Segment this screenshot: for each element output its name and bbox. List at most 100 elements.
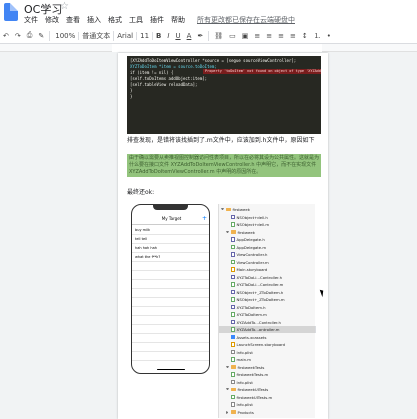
redo-icon[interactable]: ↷ xyxy=(12,32,24,40)
navigator-file[interactable]: XYZToDoItem.m xyxy=(219,311,316,318)
menu-addons[interactable]: 插件 xyxy=(150,15,164,25)
navigator-file[interactable]: XYZToDoLi...Controller.m xyxy=(219,281,316,288)
document-page[interactable]: [XYZAddToDoItemViewController *source = … xyxy=(118,53,328,419)
disclosure-closed-icon[interactable] xyxy=(226,410,229,414)
navigator-group[interactable]: firstweek xyxy=(219,229,316,236)
disclosure-open-icon[interactable] xyxy=(226,365,229,369)
navigator-file[interactable]: XYZToDoLi...Controller.h xyxy=(219,274,316,281)
navigator-file[interactable]: NSObject+dell.h xyxy=(219,214,316,221)
navigator-item-label: AppDelegate.m xyxy=(236,244,267,250)
navigator-file[interactable]: Info.plist xyxy=(219,401,316,408)
navigator-file[interactable]: main.m xyxy=(219,356,316,363)
phone-table-cell xyxy=(132,325,209,334)
file-icon xyxy=(231,267,235,272)
navigator-item-label: XYZToDoLi...Controller.h xyxy=(236,274,283,280)
menu-format[interactable]: 格式 xyxy=(108,15,122,25)
navigator-file[interactable]: firstweekTests.m xyxy=(219,371,316,378)
navigator-item-label: main.m xyxy=(236,357,251,362)
navigator-item-label: XYZToDoLi...Controller.m xyxy=(236,282,284,287)
bold-button[interactable]: B xyxy=(153,32,164,40)
docs-logo-icon[interactable] xyxy=(4,3,18,21)
image-icon[interactable]: ▣ xyxy=(239,32,252,40)
navigator-file[interactable]: NSObject+_ZToDoItem.h xyxy=(219,289,316,296)
navigator-item-label: Products xyxy=(237,409,254,415)
disclosure-open-icon[interactable] xyxy=(226,388,229,391)
highlighted-paragraph: 由于确以需要从卖推视图控制器访问性表项目，所以在必将其设为公共属性。这就是为什么… xyxy=(127,154,321,177)
disclosure-open-icon[interactable] xyxy=(221,208,224,211)
bulleted-list-icon[interactable]: • xyxy=(324,32,334,40)
navigator-file[interactable]: Info.plist xyxy=(219,379,316,386)
navigator-file[interactable]: XYZToDoItem.h xyxy=(219,304,316,311)
align-right-icon[interactable]: ≡ xyxy=(275,32,287,40)
navigator-file[interactable]: ViewController.m xyxy=(219,259,316,266)
disclosure-open-icon[interactable] xyxy=(226,230,229,234)
align-left-icon[interactable]: ≡ xyxy=(251,32,263,40)
file-icon xyxy=(231,252,235,257)
zoom-select[interactable]: 100% xyxy=(52,31,80,40)
file-icon xyxy=(231,304,235,310)
navigator-item-label: Info.plist xyxy=(236,402,253,407)
phone-table-cell xyxy=(132,352,209,361)
navigator-file[interactable]: XYZAddTo...Controller.h xyxy=(219,319,316,326)
ruler-text-area[interactable] xyxy=(112,44,322,52)
menu-insert[interactable]: 插入 xyxy=(87,15,101,25)
folder-icon xyxy=(230,230,236,234)
highlight-icon[interactable]: ✒ xyxy=(194,32,206,40)
menu-view[interactable]: 查看 xyxy=(66,15,80,25)
italic-button[interactable]: I xyxy=(164,32,172,40)
phone-table-cell: what the f**k? xyxy=(132,253,209,262)
style-select[interactable]: 普通文本 xyxy=(79,30,115,41)
navigator-group[interactable]: Products xyxy=(219,409,316,416)
menu-edit[interactable]: 修改 xyxy=(45,15,59,25)
navigator-item-label: Main.storyboard xyxy=(236,267,268,272)
underline-button[interactable]: U xyxy=(172,32,183,40)
navigator-item-label: AppDelegate.h xyxy=(236,237,265,242)
align-center-icon[interactable]: ≡ xyxy=(263,32,275,40)
navigator-item-label: Assets.xcassets xyxy=(236,334,267,340)
phone-notch xyxy=(153,205,188,210)
navigator-group[interactable]: firstweekTests xyxy=(219,364,316,371)
justify-icon[interactable]: ≡ xyxy=(287,32,299,40)
comment-icon[interactable]: ▭ xyxy=(226,32,239,40)
navigator-file[interactable]: XYZAddTo...ontroller.m xyxy=(219,326,316,334)
navigator-group[interactable]: firstweekUITests xyxy=(219,386,316,393)
folder-icon xyxy=(225,207,231,212)
navigator-item-label: LaunchScreen.storyboard xyxy=(236,342,286,347)
numbered-list-icon[interactable]: ⒈ xyxy=(311,31,324,41)
link-icon[interactable]: ⛓ xyxy=(211,32,226,40)
font-select[interactable]: Arial xyxy=(114,31,138,40)
file-icon xyxy=(231,312,235,317)
navigator-file[interactable]: Info.plist xyxy=(219,349,316,356)
menu-file[interactable]: 文件 xyxy=(24,15,38,25)
file-icon xyxy=(231,372,235,377)
save-status[interactable]: 所有更改都已保存在云端硬盘中 xyxy=(197,15,295,25)
folder-icon xyxy=(230,365,236,369)
navigator-file[interactable]: Main.storyboard xyxy=(219,266,316,273)
file-icon xyxy=(231,274,235,280)
navigator-file[interactable]: firstweekUITests.m xyxy=(219,394,316,401)
format-toolbar: ↶ ↷ ⎙ ✎ 100% 普通文本 Arial 11 B I U A ✒ ⛓ ▭… xyxy=(0,28,417,44)
file-icon xyxy=(231,334,235,340)
navigator-file[interactable]: Assets.xcassets xyxy=(219,334,316,341)
compiler-warning: Property 'toDoItem' not found on object … xyxy=(203,69,321,74)
phone-table-cell xyxy=(132,307,209,316)
line-spacing-icon[interactable]: ↕ xyxy=(299,32,311,40)
phone-table-cell xyxy=(132,334,209,343)
menu-tools[interactable]: 工具 xyxy=(129,15,143,25)
undo-icon[interactable]: ↶ xyxy=(0,32,12,40)
navigator-file[interactable]: LaunchScreen.storyboard xyxy=(219,341,316,348)
menu-help[interactable]: 帮助 xyxy=(171,15,185,25)
text-color-button[interactable]: A xyxy=(184,32,195,40)
navigator-file[interactable]: ViewController.h xyxy=(219,251,316,258)
navigator-file[interactable]: AppDelegate.h xyxy=(219,236,316,243)
font-size-select[interactable]: 11 xyxy=(137,31,154,40)
navigator-file[interactable]: NSObject+_ZToDoItem.m xyxy=(219,296,316,303)
navigator-group[interactable]: firstweek xyxy=(219,206,316,213)
paint-format-icon[interactable]: ✎ xyxy=(35,32,47,40)
print-icon[interactable]: ⎙ xyxy=(24,31,36,40)
navigator-file[interactable]: AppDelegate.m xyxy=(219,244,316,251)
navigator-item-label: XYZToDoItem.m xyxy=(236,312,267,317)
file-icon xyxy=(231,394,235,400)
star-icon[interactable]: ☆ xyxy=(60,1,69,12)
navigator-file[interactable]: NSObject+dell.m xyxy=(219,221,316,228)
